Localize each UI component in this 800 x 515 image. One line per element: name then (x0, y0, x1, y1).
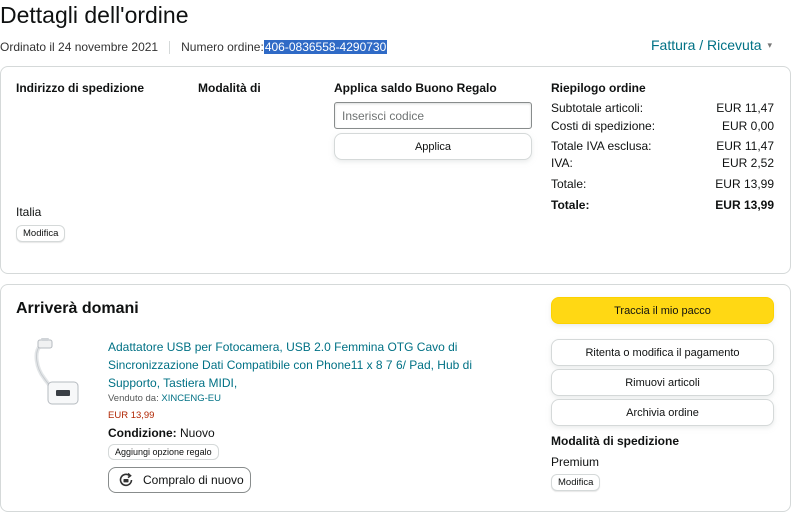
sold-by-label: Venduto da: (108, 393, 159, 404)
invoice-label[interactable]: Fattura / Ricevuta (651, 37, 762, 53)
item-price: EUR 13,99 (108, 410, 155, 421)
refresh-cart-icon (119, 472, 133, 487)
archive-order-button[interactable]: Archivia ordine (551, 399, 774, 426)
order-number-label: Numero ordine: (181, 40, 264, 54)
product-image[interactable] (30, 338, 92, 408)
condition-label: Condizione: (108, 426, 177, 440)
payment-method-heading: Modalità di (198, 81, 261, 95)
summary-label: Totale IVA esclusa: (551, 139, 652, 153)
buy-again-label[interactable]: Compralo di nuovo (143, 473, 244, 487)
summary-row: Subtotale articoli: EUR 11,47 (551, 101, 774, 115)
track-package-button[interactable]: Traccia il mio pacco (551, 297, 774, 324)
summary-row: Costi di spedizione: EUR 0,00 (551, 119, 774, 133)
edit-address-button[interactable]: Modifica (16, 225, 66, 242)
chevron-down-icon: ▾ (767, 39, 773, 50)
shipping-method-value: Premium (551, 455, 600, 469)
shipping-address-heading: Indirizzo di spedizione (16, 81, 145, 95)
invoice-dropdown[interactable]: Fattura / Ricevuta ▾ (651, 37, 772, 53)
summary-value: EUR 11,47 (716, 101, 774, 115)
summary-value: EUR 13,99 (715, 177, 774, 191)
summary-label: IVA: (551, 156, 573, 170)
shipping-method-heading: Modalità di spedizione (551, 434, 680, 448)
summary-row: Totale: EUR 13,99 (551, 177, 774, 191)
order-summary-heading: Riepilogo ordine (551, 81, 646, 95)
summary-value: EUR 0,00 (721, 119, 774, 133)
gift-code-input[interactable] (334, 102, 532, 129)
summary-label: Costi di spedizione: (551, 119, 656, 133)
divider (169, 40, 171, 54)
add-gift-option-button[interactable]: Aggiungi opzione regalo (108, 444, 219, 460)
condition-value: Nuovo (180, 426, 215, 440)
grand-total-row: Totale: EUR 13,99 (551, 198, 774, 212)
apply-gift-button[interactable]: Applica (334, 133, 532, 160)
seller-link[interactable]: XINCENG-EU (161, 393, 221, 404)
order-number[interactable]: 406-0836558-4290730 (263, 40, 388, 54)
edit-shipping-method-button[interactable]: Modifica (551, 474, 601, 491)
product-title-link[interactable]: Adattatore USB per Fotocamera, USB 2.0 F… (108, 338, 498, 392)
seller-info: Venduto da: XINCENG-EU (108, 393, 221, 404)
summary-label: Totale: (551, 177, 587, 191)
delivery-status: Arriverà domani (16, 300, 139, 317)
summary-row: IVA: EUR 2,52 (551, 156, 774, 170)
buy-again-button[interactable]: Compralo di nuovo (108, 467, 251, 493)
shipping-country: Italia (16, 205, 42, 219)
order-meta: Ordinato il 24 novembre 2021 Numero ordi… (0, 40, 388, 54)
grand-total-value: EUR 13,99 (715, 198, 774, 212)
page-title: Dettagli dell'ordine (0, 2, 189, 28)
remove-items-button[interactable]: Rimuovi articoli (551, 369, 774, 396)
order-date: Ordinato il 24 novembre 2021 (0, 40, 159, 54)
retry-payment-button[interactable]: Ritenta o modifica il pagamento (551, 339, 774, 366)
gift-card-heading: Applica saldo Buono Regalo (334, 81, 497, 95)
grand-total-label: Totale: (551, 198, 590, 212)
summary-value: EUR 2,52 (721, 156, 774, 170)
summary-value: EUR 11,47 (716, 139, 774, 153)
summary-label: Subtotale articoli: (551, 101, 644, 115)
summary-row: Totale IVA esclusa: EUR 11,47 (551, 139, 774, 153)
item-condition: Condizione: Nuovo (108, 426, 215, 440)
order-info-card (0, 66, 791, 274)
